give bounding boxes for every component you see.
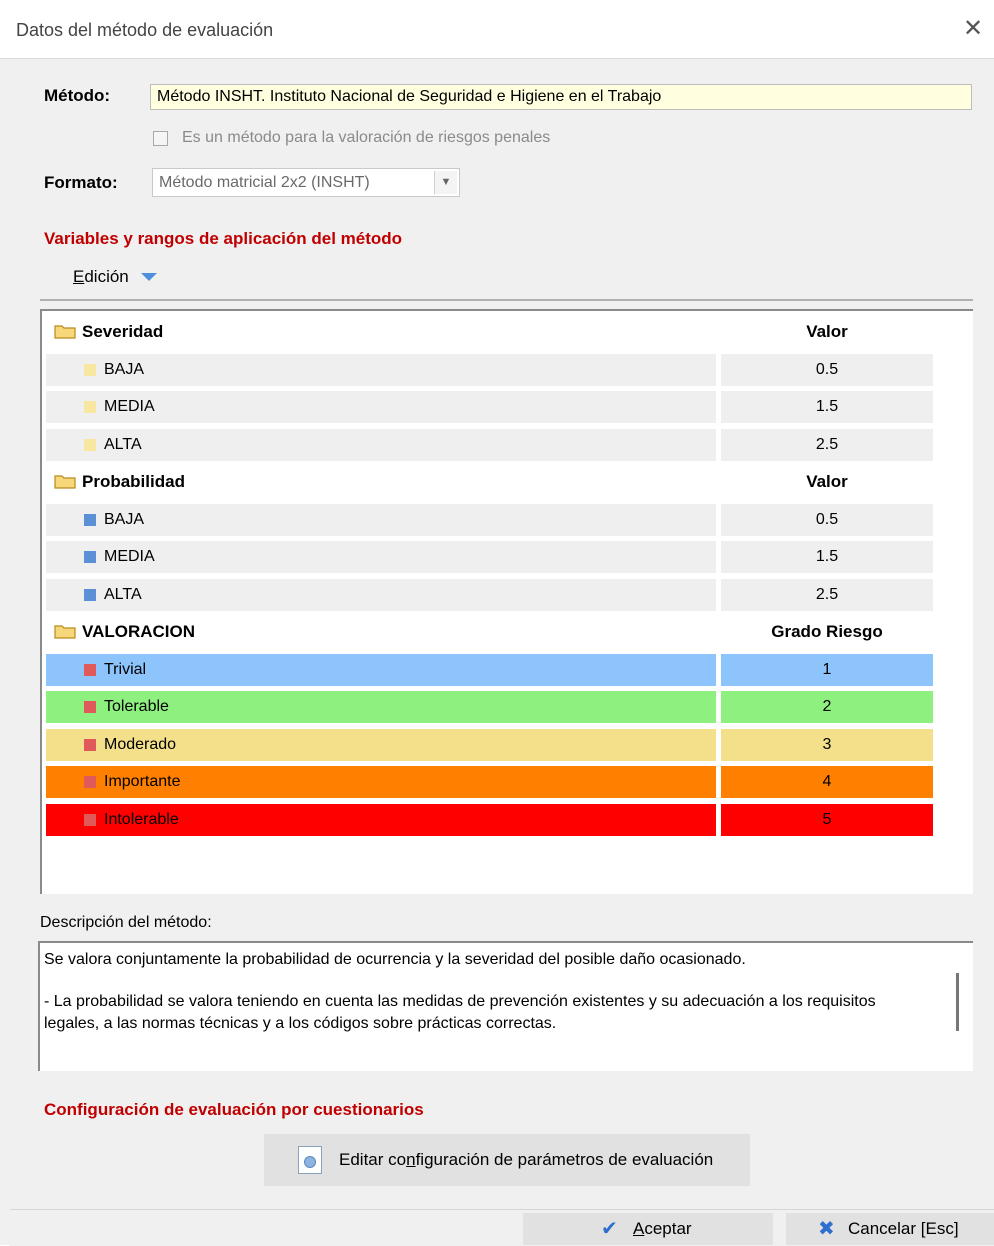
row-name-cell[interactable]: BAJA bbox=[46, 353, 716, 386]
row-label: BAJA bbox=[104, 360, 145, 378]
dropdown-arrow-icon bbox=[140, 273, 157, 281]
item-icon bbox=[84, 701, 96, 713]
item-icon bbox=[84, 776, 96, 788]
title-bar: Datos del método de evaluación ✕ bbox=[0, 0, 994, 59]
check-icon: ✔ bbox=[601, 1218, 618, 1240]
row-name-cell[interactable]: ALTA bbox=[46, 428, 716, 461]
item-icon bbox=[84, 363, 96, 376]
row-label: ALTA bbox=[104, 435, 142, 453]
descripcion-paragraph-1: Se valora conjuntamente la probabilidad … bbox=[44, 951, 746, 968]
row-name-cell[interactable]: Trivial bbox=[46, 653, 716, 686]
riesgos-penales-label: Es un método para la valoración de riesg… bbox=[182, 129, 551, 146]
formato-label: Formato: bbox=[44, 173, 118, 192]
descripcion-textarea[interactable]: Se valora conjuntamente la probabilidad … bbox=[38, 941, 973, 1071]
accept-button[interactable]: ✔ Aceptar bbox=[523, 1213, 773, 1245]
row-label: Intolerable bbox=[104, 810, 179, 828]
row-name-cell[interactable]: BAJA bbox=[46, 503, 716, 536]
edit-config-label: Editar configuración de parámetros de ev… bbox=[339, 1150, 714, 1169]
item-icon bbox=[84, 401, 96, 413]
metodo-label: Método: bbox=[44, 86, 111, 105]
row-label: ALTA bbox=[104, 585, 142, 603]
row-value-cell[interactable]: 5 bbox=[721, 803, 933, 836]
item-icon bbox=[84, 551, 96, 563]
group-name: VALORACION bbox=[82, 622, 196, 641]
item-icon bbox=[84, 588, 96, 601]
settings-document-icon bbox=[298, 1146, 322, 1174]
folder-icon bbox=[54, 625, 76, 639]
cancel-label: Cancelar [Esc] bbox=[848, 1219, 959, 1238]
row-name-cell[interactable]: MEDIA bbox=[46, 391, 716, 423]
row-name-cell[interactable]: Intolerable bbox=[46, 803, 716, 836]
group-value-header: Valor bbox=[806, 322, 848, 341]
group-name: Severidad bbox=[82, 322, 164, 341]
close-icon[interactable]: ✕ bbox=[958, 14, 988, 44]
edicion-label: Edición bbox=[73, 267, 129, 286]
row-label: MEDIA bbox=[104, 398, 155, 415]
row-value-cell[interactable]: 1.5 bbox=[721, 541, 933, 573]
row-value-cell[interactable]: 2.5 bbox=[721, 428, 933, 461]
folder-icon bbox=[54, 325, 76, 339]
cancel-button[interactable]: ✖ Cancelar [Esc] bbox=[786, 1213, 994, 1245]
metodo-field[interactable]: Método INSHT. Instituto Nacional de Segu… bbox=[150, 84, 972, 110]
row-label: Moderado bbox=[104, 735, 177, 753]
item-icon bbox=[84, 738, 96, 751]
dialog-window: Datos del método de evaluación ✕ Método:… bbox=[0, 0, 994, 1246]
cuestionarios-section-title: Configuración de evaluación por cuestion… bbox=[44, 1100, 424, 1119]
descripcion-paragraph-2: - La probabilidad se valora teniendo en … bbox=[44, 993, 876, 1032]
row-value-cell[interactable]: 3 bbox=[721, 728, 933, 761]
accept-label: Aceptar bbox=[633, 1219, 692, 1238]
row-name-cell[interactable]: Importante bbox=[46, 766, 716, 798]
row-label: Importante bbox=[104, 773, 181, 790]
row-value-cell[interactable]: 1.5 bbox=[721, 391, 933, 423]
group-value-header: Valor bbox=[806, 472, 848, 491]
formato-select[interactable]: Método matricial 2x2 (INSHT) ▼ bbox=[152, 168, 460, 197]
descripcion-label: Descripción del método: bbox=[40, 914, 212, 931]
variables-section-title: Variables y rangos de aplicación del mét… bbox=[44, 229, 403, 248]
group-name: Probabilidad bbox=[82, 472, 185, 491]
folder-icon bbox=[54, 475, 76, 489]
item-icon bbox=[84, 513, 96, 526]
item-icon bbox=[84, 438, 96, 451]
row-value-cell[interactable]: 0.5 bbox=[721, 353, 933, 386]
item-icon bbox=[84, 813, 96, 826]
row-name-cell[interactable]: Moderado bbox=[46, 728, 716, 761]
window-title: Datos del método de evaluación bbox=[16, 20, 274, 40]
row-name-cell[interactable]: ALTA bbox=[46, 578, 716, 611]
variables-grid: Severidad Valor BAJA 0.5 MEDIA 1.5 ALTA 2.5 Prob… bbox=[40, 309, 973, 894]
row-value-cell[interactable]: 2.5 bbox=[721, 578, 933, 611]
scrollbar-thumb[interactable] bbox=[956, 973, 959, 1031]
row-value-cell[interactable]: 2 bbox=[721, 691, 933, 723]
edicion-menu[interactable]: Edición bbox=[73, 267, 157, 287]
row-value-cell[interactable]: 1 bbox=[721, 653, 933, 686]
row-value-cell[interactable]: 0.5 bbox=[721, 503, 933, 536]
group-value-header: Grado Riesgo bbox=[771, 622, 883, 641]
row-value-cell[interactable]: 4 bbox=[721, 766, 933, 798]
formato-value: Método matricial 2x2 (INSHT) bbox=[159, 174, 370, 191]
divider bbox=[40, 299, 973, 301]
row-label: BAJA bbox=[104, 510, 145, 528]
row-label: Tolerable bbox=[104, 698, 169, 715]
riesgos-penales-checkbox[interactable] bbox=[153, 130, 168, 146]
row-label: Trivial bbox=[104, 660, 147, 678]
chevron-down-icon[interactable]: ▼ bbox=[434, 171, 457, 194]
item-icon bbox=[84, 663, 96, 676]
edit-config-button[interactable]: Editar configuración de parámetros de ev… bbox=[264, 1134, 750, 1186]
row-label: MEDIA bbox=[104, 548, 155, 565]
row-name-cell[interactable]: Tolerable bbox=[46, 691, 716, 723]
cross-icon: ✖ bbox=[818, 1218, 835, 1240]
riesgos-penales-checkbox-row[interactable]: Es un método para la valoración de riesg… bbox=[153, 129, 550, 147]
row-name-cell[interactable]: MEDIA bbox=[46, 541, 716, 573]
